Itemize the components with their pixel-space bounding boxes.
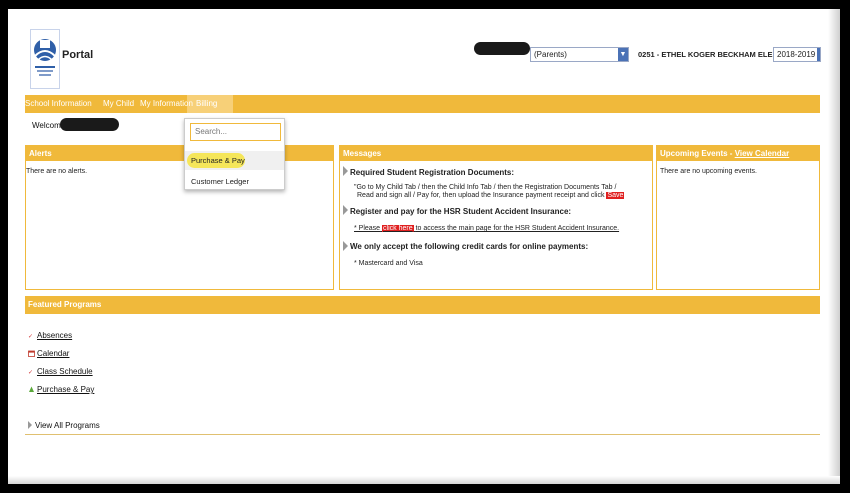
nav-my-child[interactable]: My Child	[103, 99, 134, 108]
redacted-welcome-name	[60, 118, 119, 131]
program-purchase-pay[interactable]: Purchase & Pay	[28, 385, 94, 394]
message-heading-credit-cards: We only accept the following credit card…	[350, 242, 589, 251]
year-select-value: 2018-2019	[777, 50, 816, 59]
message-insurance-line: * Please click here to access the main p…	[354, 225, 619, 232]
message-heading-registration: Required Student Registration Documents:	[350, 168, 515, 177]
events-panel-header: Upcoming Events - View Calendar	[656, 145, 820, 161]
message-registration-line2: Read and sign all / Pay for, then upload…	[357, 192, 625, 199]
role-select-value: (Parents)	[534, 50, 567, 59]
view-all-programs-link[interactable]: View All Programs	[28, 420, 100, 430]
message-heading-insurance: Register and pay for the HSR Student Acc…	[350, 207, 572, 216]
program-absences-label: Absences	[37, 331, 73, 340]
events-empty-text: There are no upcoming events.	[660, 168, 757, 175]
school-district-logo	[30, 29, 60, 89]
alerts-title: Alerts	[29, 149, 52, 158]
messages-title: Messages	[343, 149, 382, 158]
svg-text:✓: ✓	[28, 333, 33, 339]
messages-panel: Required Student Registration Documents:…	[339, 161, 653, 290]
view-all-programs-label: View All Programs	[35, 421, 100, 430]
redacted-user-name	[474, 42, 530, 55]
message-insurance-suffix: to access the main page for the HSR Stud…	[415, 225, 620, 232]
expand-arrow-icon	[28, 421, 32, 429]
program-calendar-label: Calendar	[37, 349, 70, 358]
purchase-pay-icon	[28, 386, 35, 393]
screenshot-frame: Portal (Parents) ▼ 0251 - ETHEL KOGER BE…	[0, 0, 850, 493]
message-credit-cards-line: * Mastercard and Visa	[354, 260, 423, 267]
view-calendar-link[interactable]: View Calendar	[735, 149, 790, 158]
menu-item-customer-ledger[interactable]: Customer Ledger	[191, 177, 249, 186]
portal-page: Portal (Parents) ▼ 0251 - ETHEL KOGER BE…	[8, 9, 840, 484]
message-insurance-prefix: * Please	[354, 225, 381, 232]
click-here-link[interactable]: click here	[382, 225, 414, 232]
student-role-select[interactable]: (Parents) ▼	[530, 47, 629, 62]
save-highlight: Save	[606, 192, 625, 199]
nav-my-information[interactable]: My Information	[140, 99, 193, 108]
page-shadow-right	[828, 9, 840, 484]
menu-item-purchase-pay-label: Purchase & Pay	[191, 156, 245, 165]
nav-school-information[interactable]: School Information	[25, 99, 92, 108]
absences-icon: ✓	[28, 332, 35, 340]
alerts-empty-text: There are no alerts.	[26, 168, 88, 175]
program-absences[interactable]: ✓ Absences	[28, 331, 72, 340]
billing-dropdown-menu: Search... Purchase & Pay Customer Ledger	[184, 118, 285, 190]
program-calendar[interactable]: Calendar	[28, 349, 69, 358]
menu-item-purchase-pay[interactable]: Purchase & Pay	[185, 151, 284, 170]
message-registration-line1: "Go to My Child Tab / then the Child Inf…	[354, 184, 617, 191]
events-panel: There are no upcoming events.	[656, 161, 820, 290]
events-title: Upcoming Events -	[660, 149, 735, 158]
message-bullet-icon	[343, 205, 348, 215]
program-purchase-pay-label: Purchase & Pay	[37, 385, 95, 394]
main-nav-bar: School Information My Child My Informati…	[25, 95, 820, 113]
page-shadow-bottom	[8, 476, 840, 484]
portal-title: Portal	[62, 49, 94, 61]
featured-programs-title: Featured Programs	[28, 300, 102, 309]
section-divider	[25, 434, 820, 435]
message-bullet-icon	[343, 241, 348, 251]
billing-search-input[interactable]: Search...	[190, 123, 281, 141]
class-schedule-icon: ✓	[28, 368, 35, 376]
messages-panel-header: Messages	[339, 145, 653, 161]
nav-billing[interactable]: Billing	[196, 99, 217, 108]
program-class-schedule[interactable]: ✓ Class Schedule	[28, 367, 93, 376]
alerts-panel-header: Alerts	[25, 145, 334, 161]
alerts-panel: There are no alerts.	[25, 161, 334, 290]
svg-text:✓: ✓	[28, 369, 33, 375]
program-class-schedule-label: Class Schedule	[37, 367, 93, 376]
chevron-down-icon[interactable]: ▼	[618, 48, 628, 61]
school-year-select[interactable]: 2018-2019	[773, 47, 821, 62]
featured-programs-header: Featured Programs	[25, 296, 820, 314]
message-registration-line2-text: Read and sign all / Pay for, then upload…	[357, 192, 605, 199]
message-bullet-icon	[343, 166, 348, 176]
select-scroll-indicator	[817, 48, 820, 61]
calendar-icon	[28, 350, 35, 357]
